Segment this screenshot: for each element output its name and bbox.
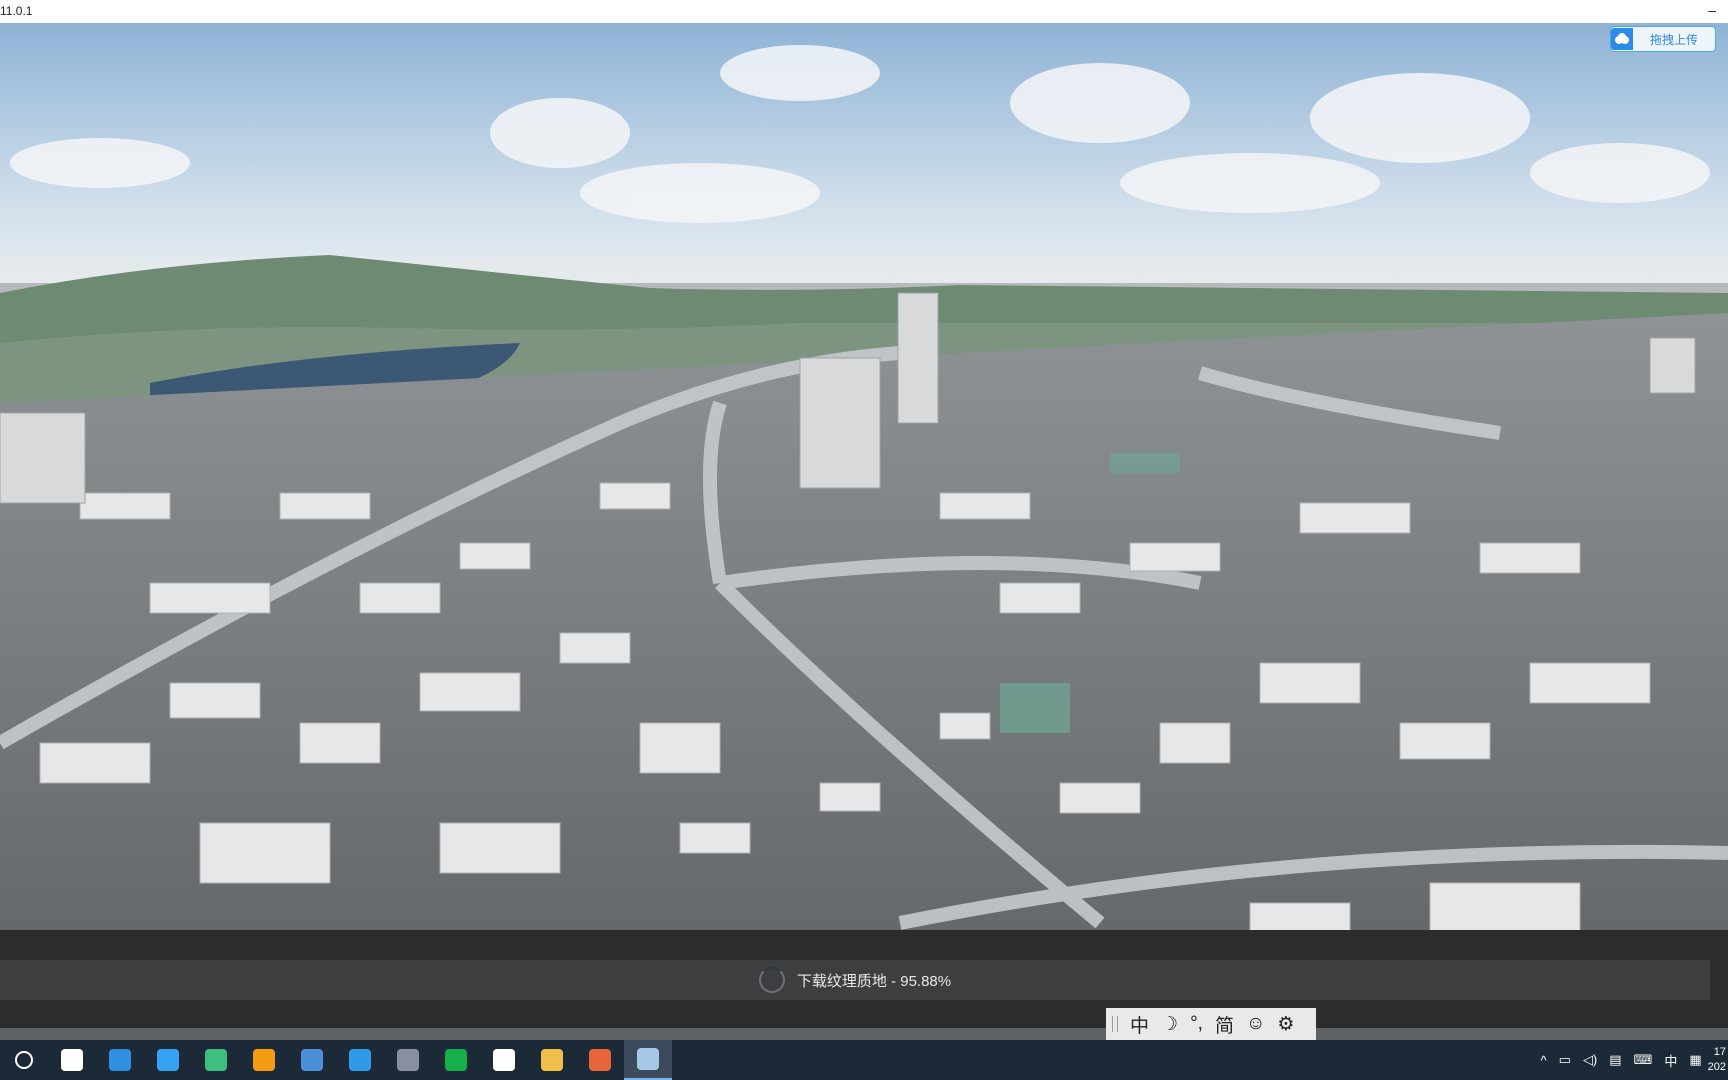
minimize-button[interactable]: – [1708, 2, 1716, 18]
search-circle-icon-glyph [15, 1051, 33, 1069]
system-tray: ^ ▭ ◁) ▤ ⌨ 中 ▦ 17 202 [1535, 1040, 1728, 1080]
task-view-icon-glyph [61, 1049, 83, 1071]
taskbar-clock[interactable]: 17 202 [1708, 1045, 1726, 1075]
wps-sheet-icon[interactable] [432, 1040, 480, 1080]
network-icon[interactable]: ▤ [1609, 1052, 1621, 1068]
ime-drag-handle[interactable] [1112, 1016, 1118, 1032]
folder-app-icon[interactable] [528, 1040, 576, 1080]
clock-time: 17 [1713, 1046, 1726, 1058]
taskbar-apps [0, 1040, 672, 1080]
qq-browser-icon-glyph [157, 1049, 179, 1071]
cesium-app-icon-glyph [637, 1048, 659, 1070]
file-manager-icon[interactable] [288, 1040, 336, 1080]
notes-icon[interactable] [336, 1040, 384, 1080]
drag-upload-label: 拖拽上传 [1649, 32, 1698, 47]
tray-ime-language[interactable]: 中 [1664, 1051, 1677, 1070]
ime-simplified-toggle[interactable]: 简 [1215, 1011, 1234, 1038]
drag-upload-button[interactable]: 拖拽上传 [1610, 26, 1716, 52]
presentation-icon-glyph [589, 1049, 611, 1071]
ime-language-toggle[interactable]: 中 [1130, 1011, 1149, 1038]
tray-ime-mode-icon[interactable]: ▦ [1689, 1052, 1701, 1068]
qq-browser-icon[interactable] [144, 1040, 192, 1080]
calculator-icon[interactable] [384, 1040, 432, 1080]
unreal-icon[interactable] [192, 1040, 240, 1080]
ime-moon-icon[interactable]: ☽ [1161, 1013, 1178, 1036]
loading-spinner-icon [758, 967, 785, 993]
wechat-icon[interactable] [480, 1040, 528, 1080]
taskbar: ^ ▭ ◁) ▤ ⌨ 中 ▦ 17 202 [0, 1040, 1728, 1080]
ime-settings-icon[interactable]: ⚙ [1277, 1013, 1294, 1036]
wps-sheet-icon-glyph [445, 1049, 467, 1071]
task-view-icon[interactable] [48, 1040, 96, 1080]
loading-status-text: 下载纹理质地 - 95.88% [796, 972, 952, 990]
search-tool-icon[interactable] [240, 1040, 288, 1080]
city-scene [0, 23, 1728, 1040]
calculator-icon-glyph [397, 1049, 419, 1071]
volume-icon[interactable]: ◁) [1583, 1052, 1597, 1068]
clock-date: 202 [1707, 1061, 1726, 1073]
presentation-icon[interactable] [576, 1040, 624, 1080]
keyboard-icon[interactable]: ⌨ [1634, 1052, 1653, 1068]
battery-icon[interactable]: ▭ [1559, 1052, 1571, 1068]
ime-emoji-icon[interactable]: ☺ [1246, 1013, 1265, 1035]
folder-app-icon-glyph [541, 1049, 563, 1071]
window-title-bar: 11.0.1 – [0, 0, 1728, 23]
ime-toolbar: 中 ☽ °, 简 ☺ ⚙ [1106, 1008, 1316, 1040]
notes-icon-glyph [349, 1049, 371, 1071]
edge-icon[interactable] [96, 1040, 144, 1080]
search-circle-icon[interactable] [0, 1040, 48, 1080]
unreal-icon-glyph [205, 1049, 227, 1071]
file-manager-icon-glyph [301, 1049, 323, 1071]
tray-expand-caret[interactable]: ^ [1541, 1053, 1547, 1068]
loading-bar: 下载纹理质地 - 95.88% [0, 960, 1710, 1000]
3d-map-viewport[interactable] [0, 23, 1728, 1040]
edge-icon-glyph [109, 1049, 131, 1071]
wechat-icon-glyph [493, 1049, 515, 1071]
search-tool-icon-glyph [253, 1049, 275, 1071]
cloud-upload-icon [1611, 28, 1633, 50]
window-title: 11.0.1 [0, 4, 33, 18]
ime-punctuation-toggle[interactable]: °, [1190, 1013, 1203, 1035]
cesium-app-icon[interactable] [624, 1040, 672, 1080]
